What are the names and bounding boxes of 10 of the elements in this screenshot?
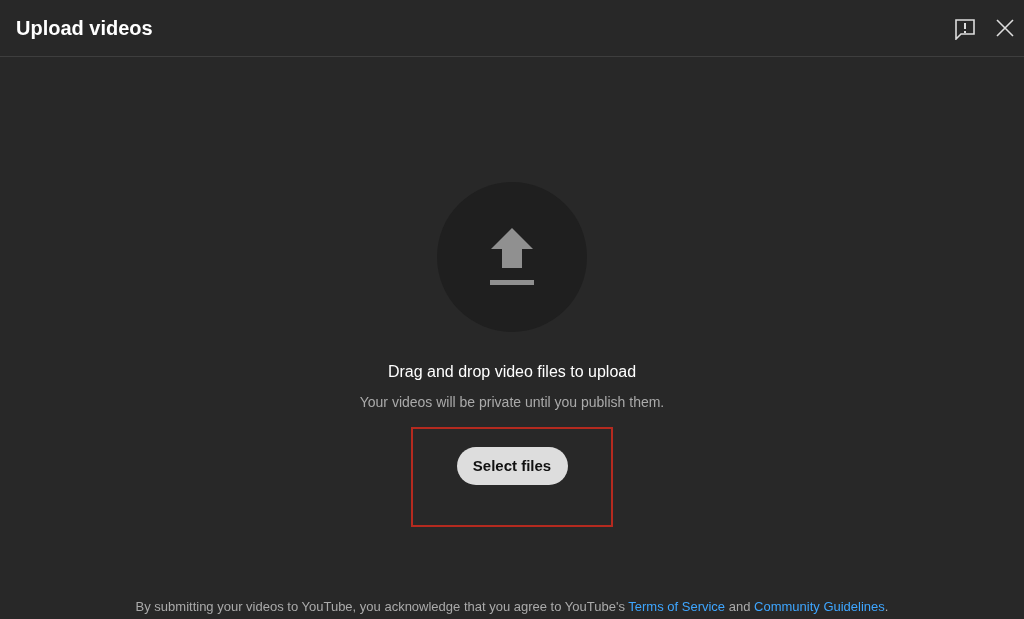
- drop-subtitle: Your videos will be private until you publish them.: [359, 393, 665, 412]
- select-files-button[interactable]: Select files: [456, 447, 568, 485]
- close-icon[interactable]: [996, 19, 1014, 37]
- upload-icon: [489, 228, 535, 286]
- terms-notice: By submitting your videos to YouTube, you acknowledge that you agree to YouTube's Terms of Service and Community Guidelines.: [135, 598, 889, 616]
- terms-link[interactable]: Terms of Service: [628, 599, 726, 614]
- terms-link[interactable]: Community Guidelines: [754, 599, 885, 614]
- dialog-title: Upload videos: [16, 16, 153, 41]
- drop-heading: Drag and drop video files to upload: [387, 362, 637, 382]
- feedback-icon[interactable]: [954, 17, 976, 40]
